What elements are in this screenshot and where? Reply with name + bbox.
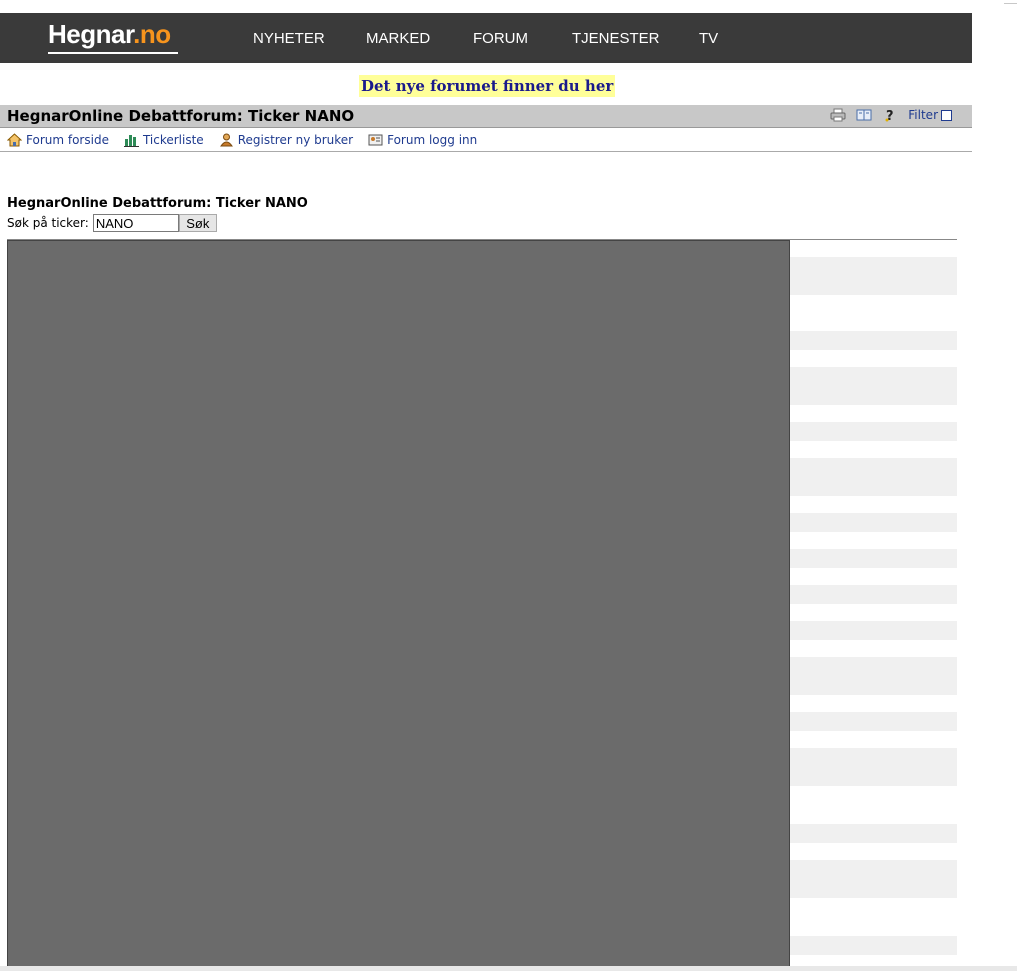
logo-underline: [48, 52, 178, 54]
table-row: [788, 657, 957, 695]
user-icon: [219, 133, 233, 146]
table-row: [788, 712, 957, 731]
table-row: [788, 367, 957, 405]
ticker-search-form: Søk på ticker: Søk: [7, 214, 217, 232]
nav-item-forum[interactable]: FORUM: [473, 13, 528, 63]
forum-home-link[interactable]: Forum forside: [7, 133, 109, 147]
filter-toggle[interactable]: Filter: [908, 108, 952, 122]
ticker-search-label: Søk på ticker:: [7, 216, 89, 230]
help-icon[interactable]: ?: [882, 108, 898, 122]
table-row: [788, 458, 957, 496]
chart-icon: [123, 134, 139, 147]
table-row: [788, 513, 957, 532]
new-forum-link[interactable]: Det nye forumet finner du her: [359, 75, 616, 97]
nav-item-marked[interactable]: MARKED: [366, 13, 430, 63]
status-bar: [0, 966, 1017, 971]
table-row: [788, 824, 957, 843]
window-edge: [1004, 0, 1017, 4]
forum-login-link[interactable]: Forum logg inn: [368, 133, 477, 147]
top-navigation-bar: Hegnar.no NYHETER MARKED FORUM TJENESTER…: [0, 13, 972, 63]
login-icon: [368, 134, 383, 145]
register-user-link[interactable]: Registrer ny bruker: [219, 133, 353, 147]
print-icon[interactable]: [830, 108, 846, 122]
forum-title-bar: HegnarOnline Debattforum: Ticker NANO ? …: [0, 105, 972, 128]
table-row: [788, 422, 957, 441]
redacted-posts-area: [7, 240, 790, 968]
filter-label: Filter: [908, 108, 938, 122]
table-row: [788, 748, 957, 786]
table-row: [788, 621, 957, 640]
hegnar-logo[interactable]: Hegnar.no: [48, 19, 171, 55]
filter-checkbox[interactable]: [941, 109, 952, 121]
page-title: HegnarOnline Debattforum: Ticker NANO: [7, 107, 355, 125]
nav-item-nyheter[interactable]: NYHETER: [253, 13, 325, 63]
table-row: [788, 331, 957, 350]
table-row: [788, 257, 957, 295]
title-bar-tools: ? Filter: [830, 108, 952, 122]
nav-item-tjenester[interactable]: TJENESTER: [572, 13, 660, 63]
table-row: [788, 549, 957, 568]
section-heading: HegnarOnline Debattforum: Ticker NANO: [7, 196, 308, 211]
logo-text-tld: .no: [133, 19, 171, 49]
home-icon: [7, 132, 22, 146]
ticker-search-button[interactable]: Søk: [178, 214, 217, 232]
forum-toolbar: Forum forside Tickerliste Registrer ny b…: [0, 128, 972, 152]
book-icon[interactable]: [856, 108, 872, 122]
tickerlist-link[interactable]: Tickerliste: [123, 133, 204, 147]
table-row: [788, 936, 957, 955]
nav-item-tv[interactable]: TV: [699, 13, 718, 63]
table-row: [788, 585, 957, 604]
logo-text-main: Hegnar: [48, 19, 134, 49]
table-row: [788, 860, 957, 898]
ticker-search-input[interactable]: [92, 214, 179, 232]
